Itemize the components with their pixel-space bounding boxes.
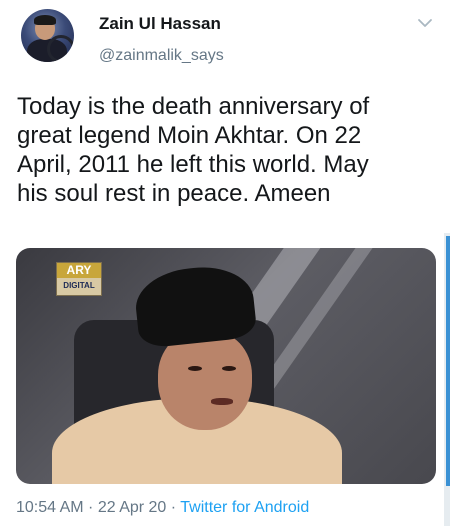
meta-separator: · <box>83 499 98 516</box>
tweet-meta: 10:54 AM · 22 Apr 20 · Twitter for Andro… <box>16 499 309 517</box>
author-display-name[interactable]: Zain Ul Hassan <box>99 14 221 34</box>
tweet-media-image[interactable]: ARY DIGITAL <box>16 248 436 484</box>
person-cap <box>132 262 258 349</box>
avatar-steering-wheel <box>47 35 74 62</box>
avatar[interactable] <box>21 9 74 62</box>
tweet-source-app[interactable]: Twitter for Android <box>180 499 309 516</box>
chevron-down-icon[interactable] <box>416 17 434 29</box>
person-eye <box>188 366 202 371</box>
avatar-hair <box>34 15 56 25</box>
meta-separator: · <box>166 499 181 516</box>
tweet-text: Today is the death anniversary of great … <box>17 93 370 207</box>
person-mouth <box>211 398 233 405</box>
person-eye <box>222 366 236 371</box>
tweet-date[interactable]: 22 Apr 20 <box>98 499 167 516</box>
channel-logo: ARY DIGITAL <box>56 262 102 296</box>
scrollbar-thumb[interactable] <box>446 236 450 486</box>
author-handle[interactable]: @zainmalik_says <box>99 47 224 65</box>
channel-logo-top: ARY <box>57 263 101 278</box>
tweet-time[interactable]: 10:54 AM <box>16 499 84 516</box>
channel-logo-bottom: DIGITAL <box>63 281 95 290</box>
